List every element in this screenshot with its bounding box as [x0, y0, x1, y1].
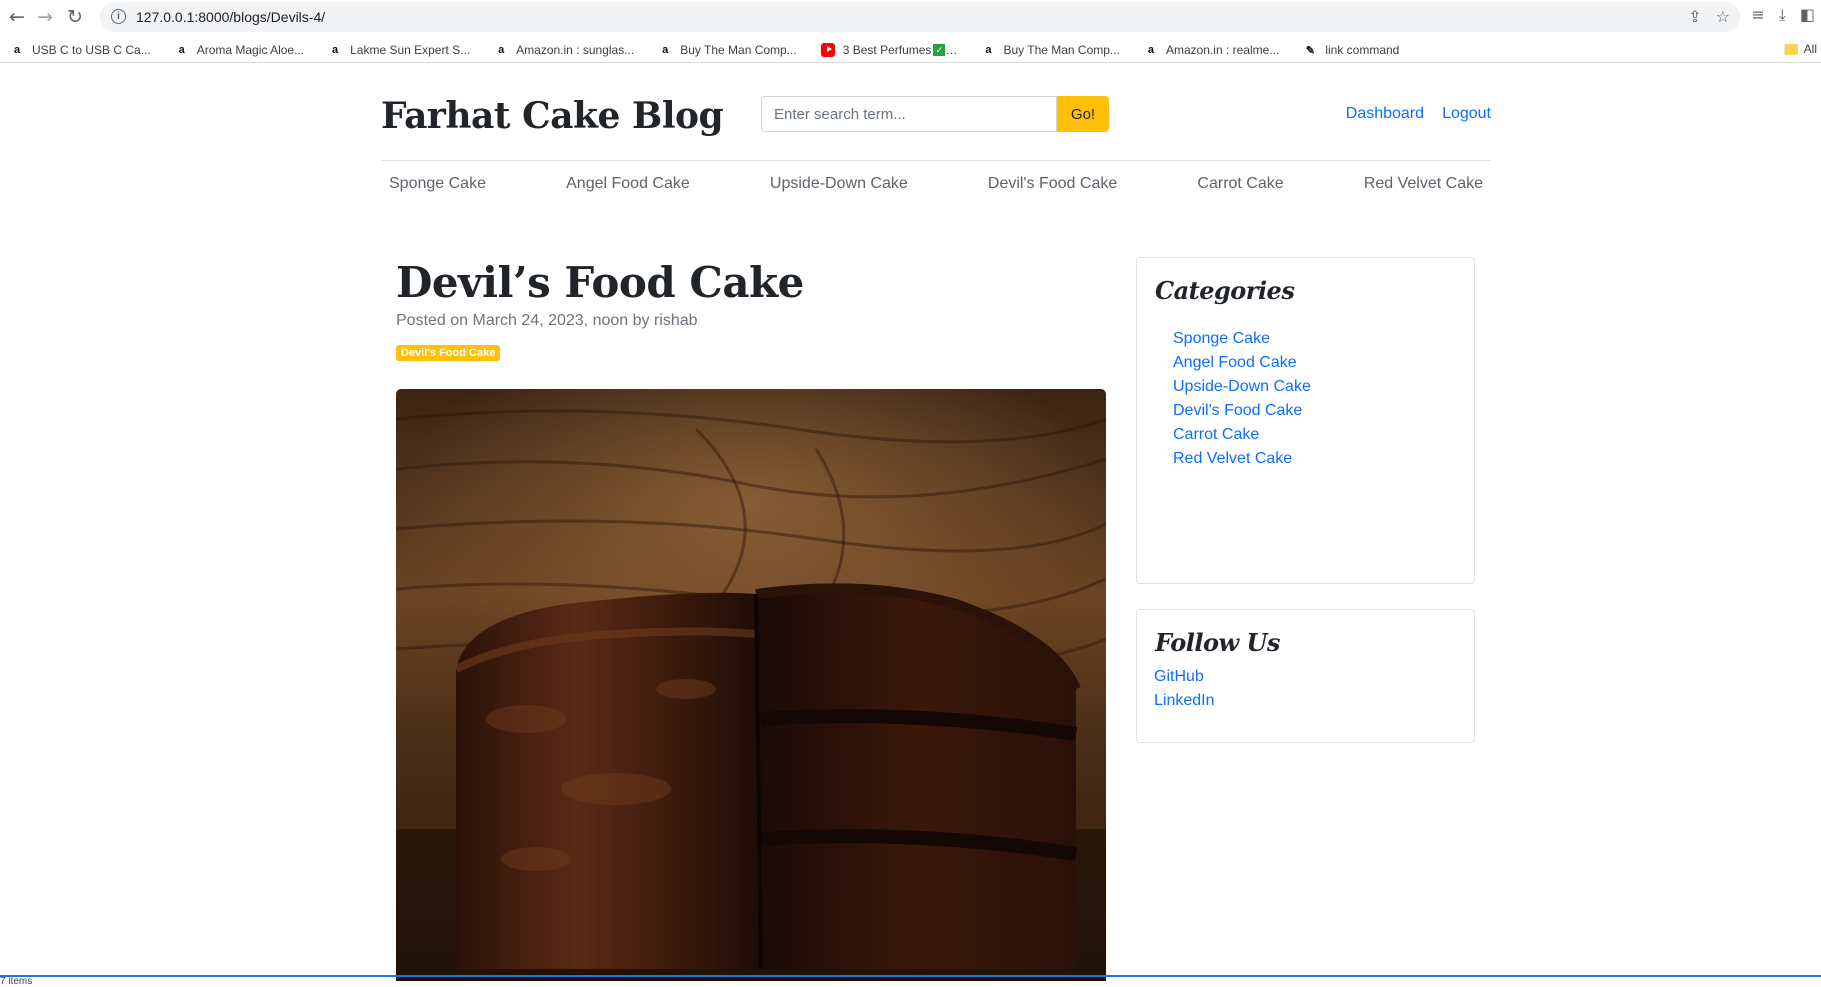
list-item: Red Velvet Cake — [1173, 447, 1323, 471]
bookmark-item[interactable]: a Amazon.in : realme... — [1144, 43, 1279, 57]
chocolate-cake-illustration — [396, 389, 1106, 981]
bookmark-label: USB C to USB C Ca... — [32, 43, 151, 57]
list-item: Upside-Down Cake — [1173, 375, 1323, 399]
bookmark-item[interactable]: ✎ link command — [1303, 43, 1400, 57]
download-icon[interactable]: ⤓ — [1779, 5, 1786, 25]
bookmarks-bar: a USB C to USB C Ca... a Aroma Magic Aloe.… — [0, 38, 1821, 63]
follow-list: GitHub LinkedIn — [1154, 665, 1474, 713]
bookmark-label: Amazon.in : sunglas... — [516, 43, 635, 57]
site-title[interactable]: Farhat Cake Blog — [381, 95, 724, 137]
search-button[interactable]: Go! — [1057, 96, 1109, 132]
all-bookmarks-label: All — [1803, 42, 1817, 56]
nav-item-sponge-cake[interactable]: Sponge Cake — [381, 175, 494, 193]
bookmark-label: Aroma Magic Aloe... — [196, 43, 305, 57]
post-title: Devil’s Food Cake — [396, 258, 804, 307]
bookmark-label: Lakme Sun Expert S... — [350, 43, 471, 57]
github-link[interactable]: GitHub — [1154, 668, 1204, 685]
categories-card: Categories Sponge Cake Angel Food Cake U… — [1136, 257, 1475, 584]
bookmark-label: Amazon.in : realme... — [1165, 43, 1280, 57]
category-link-sponge-cake[interactable]: Sponge Cake — [1173, 330, 1270, 347]
reading-list-icon[interactable]: ≡ — [1751, 5, 1764, 25]
site-info-icon[interactable]: i — [111, 9, 126, 24]
user-links: Dashboard Logout — [1346, 105, 1491, 123]
category-badge[interactable]: Devil's Food Cake — [396, 345, 501, 361]
search-input[interactable] — [761, 96, 1057, 132]
all-bookmarks-button[interactable]: All — [1783, 42, 1817, 56]
bookmark-item[interactable]: a Buy The Man Comp... — [981, 43, 1120, 57]
link-icon: ✎ — [1305, 44, 1315, 57]
category-link-carrot-cake[interactable]: Carrot Cake — [1173, 426, 1259, 443]
logout-link[interactable]: Logout — [1442, 105, 1491, 123]
bookmark-item[interactable]: a Lakme Sun Expert S... — [328, 43, 470, 57]
dashboard-link[interactable]: Dashboard — [1346, 105, 1424, 123]
bookmark-label: Buy The Man Comp... — [1003, 43, 1120, 57]
back-icon[interactable]: ← — [4, 4, 30, 30]
bookmark-label: Buy The Man Comp... — [680, 43, 797, 57]
amazon-icon: a — [332, 44, 339, 56]
url-text[interactable]: 127.0.0.1:8000/blogs/Devils-4/ — [136, 9, 325, 25]
forward-icon[interactable]: → — [32, 4, 58, 30]
amazon-icon: a — [178, 44, 185, 56]
category-link-angel-food-cake[interactable]: Angel Food Cake — [1173, 354, 1297, 371]
nav-item-angel-food-cake[interactable]: Angel Food Cake — [558, 175, 698, 193]
list-item: Sponge Cake — [1173, 327, 1323, 351]
amazon-icon: a — [498, 44, 505, 56]
amazon-icon: a — [662, 44, 669, 56]
bookmark-label: link command — [1325, 43, 1400, 57]
list-item: Devil's Food Cake — [1173, 399, 1323, 423]
share-icon[interactable]: ⇪ — [1688, 7, 1701, 26]
header-divider — [381, 160, 1491, 161]
bookmark-item[interactable]: a Buy The Man Comp... — [658, 43, 797, 57]
list-item: LinkedIn — [1154, 689, 1474, 713]
browser-toolbar: ← → ↻ i 127.0.0.1:8000/blogs/Devils-4/ ⇪… — [0, 0, 1821, 33]
category-link-devils-food-cake[interactable]: Devil's Food Cake — [1173, 402, 1302, 419]
bookmark-label: 3 Best Perfumes — [842, 43, 932, 57]
reload-icon[interactable]: ↻ — [62, 4, 88, 30]
youtube-icon — [820, 43, 835, 57]
status-text: 7 items — [0, 976, 33, 987]
nav-item-upside-down-cake[interactable]: Upside-Down Cake — [762, 175, 916, 193]
nav-item-carrot-cake[interactable]: Carrot Cake — [1189, 175, 1291, 193]
post-meta: Posted on March 24, 2023, noon by rishab — [396, 312, 698, 329]
bookmark-item[interactable]: a Amazon.in : sunglas... — [494, 43, 634, 57]
amazon-icon: a — [1147, 44, 1154, 56]
check-icon: ✓ — [933, 44, 946, 56]
bookmark-star-icon[interactable]: ☆ — [1716, 7, 1730, 26]
follow-card: Follow Us GitHub LinkedIn — [1136, 609, 1475, 743]
list-item: Carrot Cake — [1173, 423, 1323, 447]
category-nav: Sponge Cake Angel Food Cake Upside-Down … — [381, 175, 1491, 193]
category-link-upside-down-cake[interactable]: Upside-Down Cake — [1173, 378, 1311, 395]
search-form: Go! — [761, 96, 1109, 132]
follow-title: Follow Us — [1155, 628, 1280, 657]
amazon-icon: a — [13, 44, 21, 56]
address-bar[interactable]: i 127.0.0.1:8000/blogs/Devils-4/ ⇪ ☆ — [100, 2, 1740, 32]
nav-item-red-velvet-cake[interactable]: Red Velvet Cake — [1356, 175, 1491, 193]
list-item: Angel Food Cake — [1173, 351, 1323, 375]
linkedin-link[interactable]: LinkedIn — [1154, 692, 1215, 709]
categories-title: Categories — [1155, 276, 1295, 305]
amazon-icon: a — [985, 44, 992, 56]
list-item: GitHub — [1154, 665, 1474, 689]
status-bar-line — [0, 975, 1821, 977]
bookmark-item[interactable]: 3 Best Perfumes ✓… — [820, 43, 957, 57]
post-image — [396, 389, 1106, 981]
side-panel-icon[interactable]: ◧ — [1800, 5, 1815, 25]
bookmark-item[interactable]: a Aroma Magic Aloe... — [175, 43, 304, 57]
folder-icon — [1783, 43, 1798, 55]
nav-item-devils-food-cake[interactable]: Devil's Food Cake — [980, 175, 1125, 193]
category-link-red-velvet-cake[interactable]: Red Velvet Cake — [1173, 450, 1292, 467]
categories-list: Sponge Cake Angel Food Cake Upside-Down … — [1173, 327, 1323, 471]
bookmark-item[interactable]: a USB C to USB C Ca... — [10, 43, 151, 57]
